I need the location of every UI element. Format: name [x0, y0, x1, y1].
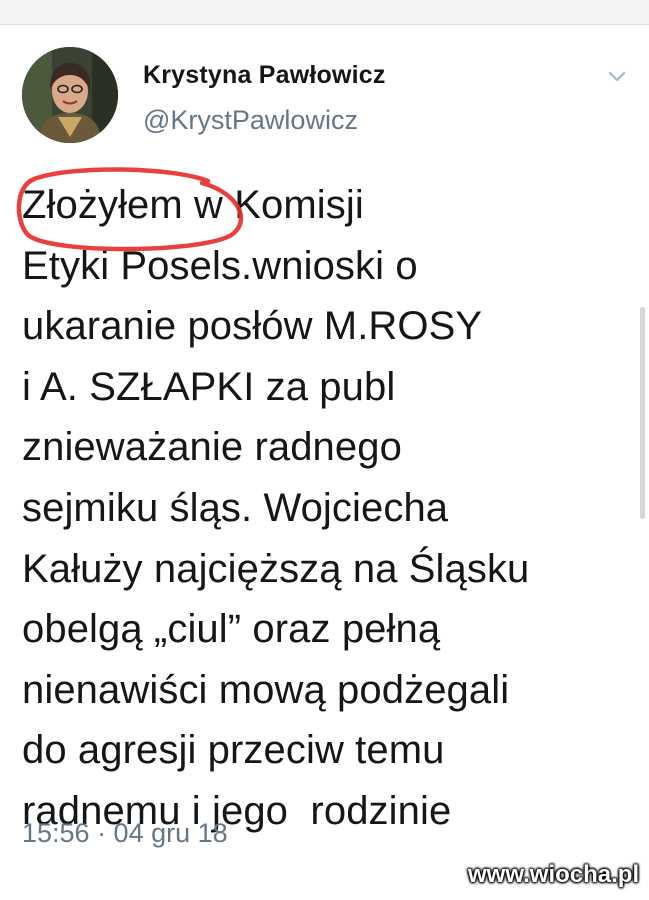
- author-name[interactable]: Krystyna Pawłowicz: [143, 61, 386, 90]
- tweet-line: obelgą „ciul” oraz pełną: [22, 607, 441, 652]
- tweet-line: nienawiści mową podżegali: [22, 667, 510, 712]
- tweet-line: znieważanie radnego: [22, 425, 402, 470]
- tweet-line: i A. SZŁAPKI za publ: [22, 364, 396, 409]
- tweet-timestamp[interactable]: 15:56 · 04 gru 18: [22, 818, 228, 849]
- tweet-line: Złożyłem w Komisji: [22, 183, 364, 227]
- author-handle[interactable]: @KrystPawlowicz: [143, 105, 358, 136]
- tweet-line: sejmiku śląs. Wojciecha: [22, 485, 449, 530]
- tweet-card: Krystyna Pawłowicz @KrystPawlowicz Złoży…: [0, 25, 649, 900]
- chevron-down-icon[interactable]: [604, 63, 630, 89]
- watermark: www.wiocha.pl: [468, 861, 640, 888]
- avatar[interactable]: [22, 47, 118, 143]
- tweet-line: Etyki Posels.wnioski o: [22, 243, 418, 288]
- tweet-line: ukaranie posłów M.ROSY: [22, 304, 483, 349]
- scrollbar[interactable]: [640, 307, 645, 519]
- tweet-line: do agresji przeciw temu: [22, 728, 445, 773]
- tweet-line: Kałuży najcięższą na Śląsku: [22, 546, 530, 591]
- tweet-text: Złożyłem w Komisji Etyki Posels.wnioski …: [16, 167, 642, 842]
- top-divider: [0, 0, 649, 25]
